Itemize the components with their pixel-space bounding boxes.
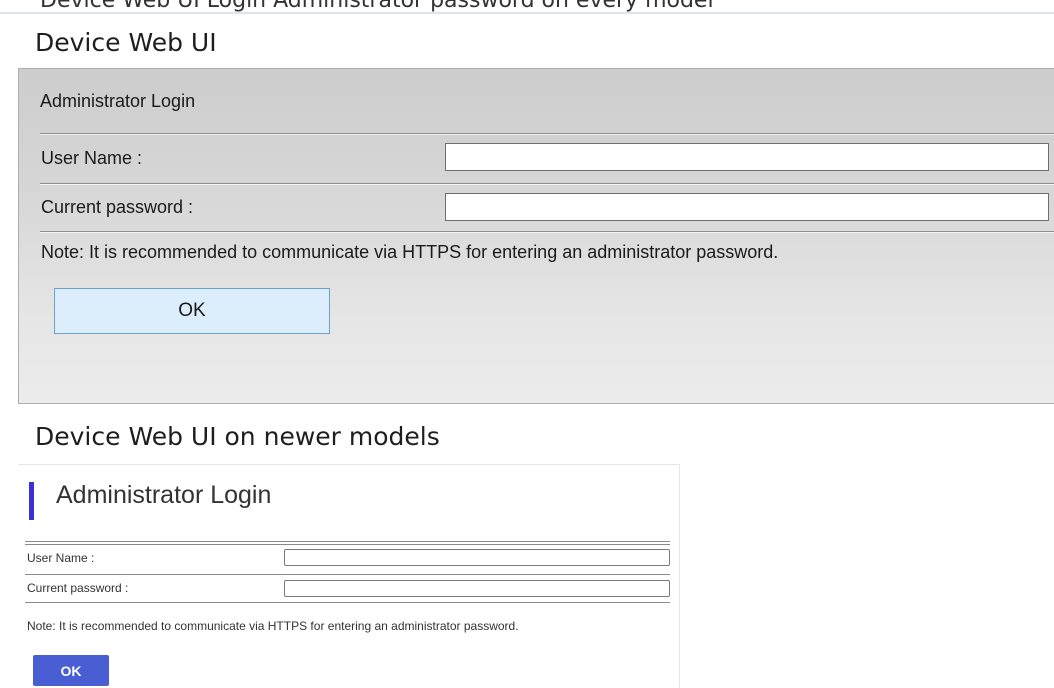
new-password-input[interactable] [284, 580, 670, 597]
old-password-label: Current password : [41, 197, 194, 217]
old-username-input[interactable] [445, 143, 1049, 171]
top-divider [0, 12, 1054, 14]
old-password-input[interactable] [445, 193, 1049, 221]
new-panel-title: Administrator Login [56, 481, 272, 509]
title-accent-bar [29, 482, 34, 520]
new-login-panel: Administrator Login User Name : Current … [18, 464, 680, 688]
old-panel-title: Administrator Login [40, 91, 196, 111]
old-divider [40, 183, 1054, 185]
new-divider [25, 541, 670, 545]
new-https-note: Note: It is recommended to communicate v… [27, 619, 519, 633]
section-caption-newer-models: Device Web UI on newer models [35, 422, 440, 451]
new-divider [25, 602, 670, 603]
old-divider [40, 133, 1054, 135]
old-divider [40, 231, 1054, 233]
new-username-label: User Name : [27, 551, 95, 565]
new-divider [25, 574, 670, 575]
old-login-panel: Administrator Login User Name : Current … [18, 68, 1054, 404]
section-caption-device-web-ui: Device Web UI [35, 28, 217, 57]
old-ok-button[interactable]: OK [54, 288, 330, 334]
new-ok-button[interactable]: OK [33, 655, 109, 686]
old-username-label: User Name : [41, 148, 143, 168]
old-https-note: Note: It is recommended to communicate v… [41, 242, 779, 262]
new-username-input[interactable] [284, 549, 670, 566]
new-password-label: Current password : [27, 581, 129, 595]
